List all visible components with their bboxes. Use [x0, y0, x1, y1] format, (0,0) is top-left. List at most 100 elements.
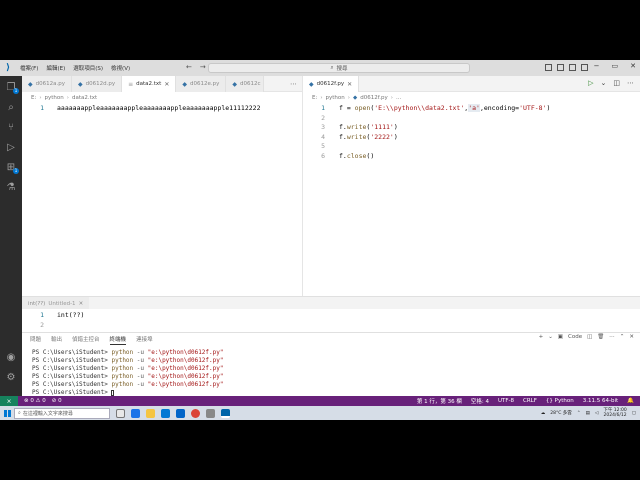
menu-file[interactable]: 檔案(F)	[20, 64, 38, 72]
close-window-icon[interactable]: ✕	[630, 62, 636, 70]
indentation[interactable]: 空格: 4	[471, 397, 489, 405]
toggle-panel-icon[interactable]	[557, 64, 564, 71]
line-number: 4	[321, 133, 325, 141]
close-tab-icon[interactable]: ✕	[79, 301, 84, 307]
close-tab-icon[interactable]: ✕	[164, 81, 169, 88]
minimize-icon[interactable]: −	[594, 62, 600, 70]
split-editor-icon[interactable]: ◫	[613, 79, 620, 87]
windows-start-icon[interactable]	[0, 406, 14, 420]
forward-arrow-icon[interactable]: →	[200, 63, 206, 71]
weather-label[interactable]: 28°C 多雲	[550, 410, 572, 416]
network-icon[interactable]: ▤	[586, 411, 590, 416]
tab-data2-txt[interactable]: ≡ data2.txt ✕	[122, 76, 177, 92]
task-view-icon[interactable]	[116, 408, 125, 418]
search-label: 搜尋	[336, 66, 348, 72]
breadcrumb-item[interactable]: python	[45, 95, 64, 101]
maximize-icon[interactable]: ▭	[612, 62, 619, 70]
breadcrumb-item[interactable]: ...	[396, 95, 401, 101]
panel-tab-problems[interactable]: 問題	[30, 335, 41, 345]
bottom-panel: 問題 輸出 偵錯主控台 終端機 連接埠 + ⌄ ▣ Code ◫ 🗑 ⋯ ⌃ ✕…	[22, 332, 640, 396]
token-paren: )	[546, 104, 551, 112]
breadcrumb-item[interactable]: data2.txt	[72, 95, 97, 101]
chrome-icon[interactable]	[191, 408, 200, 418]
close-tab-icon[interactable]: ✕	[347, 81, 352, 88]
testing-icon[interactable]: ⚗	[0, 178, 22, 196]
store-icon[interactable]	[161, 408, 170, 418]
menu-view[interactable]: 檢視(V)	[111, 64, 130, 72]
panel-tab-debug-console[interactable]: 偵錯主控台	[72, 335, 100, 345]
tab-label: d0612e.py	[190, 81, 220, 87]
chevron-down-icon[interactable]: ⌄	[548, 334, 553, 340]
search-view-icon[interactable]: ⌕	[0, 98, 22, 116]
menu-edit[interactable]: 編輯(E)	[46, 64, 65, 72]
split-terminal-icon[interactable]: ◫	[587, 334, 592, 340]
terminal-line: PS C:\Users\iStudent> python -u "e:\pyth…	[32, 381, 632, 389]
panel-tabs: 問題 輸出 偵錯主控台 終端機 連接埠	[30, 335, 153, 345]
menu-selection[interactable]: 選取項目(S)	[73, 64, 103, 72]
toggle-secondary-sidebar-icon[interactable]	[569, 64, 576, 71]
terminal-icon: ▣	[557, 334, 563, 340]
tab-d0612c[interactable]: ◆ d0612c	[226, 76, 264, 92]
run-python-file-icon[interactable]: ▷	[588, 79, 593, 87]
notification-center-icon[interactable]: ▢	[632, 411, 636, 416]
clock-date: 2024/6/12	[603, 413, 627, 418]
weather-icon[interactable]: ☁	[541, 411, 546, 416]
more-actions-icon[interactable]: ⋯	[290, 76, 297, 92]
panel-tab-terminal[interactable]: 終端機	[109, 335, 127, 345]
untitled-editor[interactable]: 1 int(??) 2	[22, 309, 640, 331]
tab-d0612a[interactable]: ◆ d0612a.py	[22, 76, 72, 92]
close-panel-icon[interactable]: ✕	[629, 334, 634, 340]
python-interpreter[interactable]: 3.11.5 64-bit	[583, 398, 618, 404]
toggle-sidebar-icon[interactable]	[545, 64, 552, 71]
tray-chevron-icon[interactable]: ⌃	[577, 411, 581, 416]
more-actions-icon[interactable]: ⋯	[627, 79, 634, 87]
end-of-line[interactable]: CRLF	[523, 398, 537, 404]
maximize-panel-icon[interactable]: ⌃	[620, 334, 625, 340]
new-terminal-icon[interactable]: +	[539, 334, 544, 340]
command-center-search[interactable]: ⌕ 搜尋	[208, 63, 470, 73]
taskbar-search[interactable]: ⌕ 在這裡輸入文字來搜尋	[14, 407, 110, 419]
more-actions-icon[interactable]: ⋯	[609, 334, 615, 340]
language-mode[interactable]: {} Python	[546, 398, 574, 404]
problems-status[interactable]: ⊗ 0 ⚠ 0	[24, 398, 46, 404]
prompt: PS C:\Users\iStudent>	[32, 381, 112, 388]
manage-gear-icon[interactable]: ⚙	[0, 368, 22, 386]
tab-d0612d[interactable]: ◆ d0612d.py	[71, 76, 123, 92]
code-line-6: f.close()	[339, 152, 375, 160]
breadcrumb-item[interactable]: E:	[31, 95, 36, 101]
terminal-output[interactable]: PS C:\Users\iStudent> python -u "e:\pyth…	[32, 349, 632, 397]
mail-icon[interactable]	[176, 408, 185, 418]
panel-tab-ports[interactable]: 連接埠	[136, 335, 153, 345]
run-debug-icon[interactable]: ▷	[0, 138, 22, 156]
tab-d0612f[interactable]: ◆ d0612f.py ✕	[303, 76, 360, 92]
panel-tab-output[interactable]: 輸出	[51, 335, 62, 345]
right-editor[interactable]: E: › python › ◆ d0612f.py › ... 1 2 3 4 …	[303, 92, 640, 324]
file-explorer-icon[interactable]	[146, 408, 155, 418]
back-arrow-icon[interactable]: ←	[186, 63, 192, 71]
customize-layout-icon[interactable]	[581, 64, 588, 71]
app-icon[interactable]	[206, 408, 215, 418]
breadcrumb-item[interactable]: E:	[312, 95, 317, 101]
source-control-icon[interactable]: ⑂	[0, 118, 22, 136]
clock[interactable]: 下午 12:00 2024/6/12	[603, 408, 626, 418]
token-string: '1111'	[370, 123, 394, 131]
ports-status[interactable]: ⊘ 0	[52, 398, 62, 404]
tab-d0612e[interactable]: ◆ d0612e.py	[176, 76, 227, 92]
explorer-icon[interactable]: ❐ 1	[0, 78, 22, 96]
breadcrumb-item[interactable]: python	[326, 95, 345, 101]
breadcrumb-item[interactable]: d0612f.py	[360, 95, 388, 101]
notifications-bell-icon[interactable]: 🔔	[627, 398, 634, 404]
terminal-name[interactable]: Code	[568, 334, 582, 340]
volume-icon[interactable]: ◁	[595, 411, 598, 416]
edge-icon[interactable]	[131, 408, 140, 418]
extensions-icon[interactable]: ⊞ 1	[0, 158, 22, 176]
vscode-taskbar-icon[interactable]	[221, 408, 230, 418]
cursor-position[interactable]: 第 1 行，第 36 欄	[417, 397, 462, 405]
account-icon[interactable]: ◉	[0, 348, 22, 366]
run-dropdown-icon[interactable]: ⌄	[601, 79, 607, 87]
left-editor[interactable]: E: › python › data2.txt 1 aaaaaaappleaaa…	[22, 92, 302, 324]
trash-icon[interactable]: 🗑	[597, 334, 604, 340]
tab-label: d0612d.py	[85, 81, 116, 87]
remote-window-icon[interactable]: ⨯	[0, 396, 18, 406]
file-encoding[interactable]: UTF-8	[498, 398, 514, 404]
